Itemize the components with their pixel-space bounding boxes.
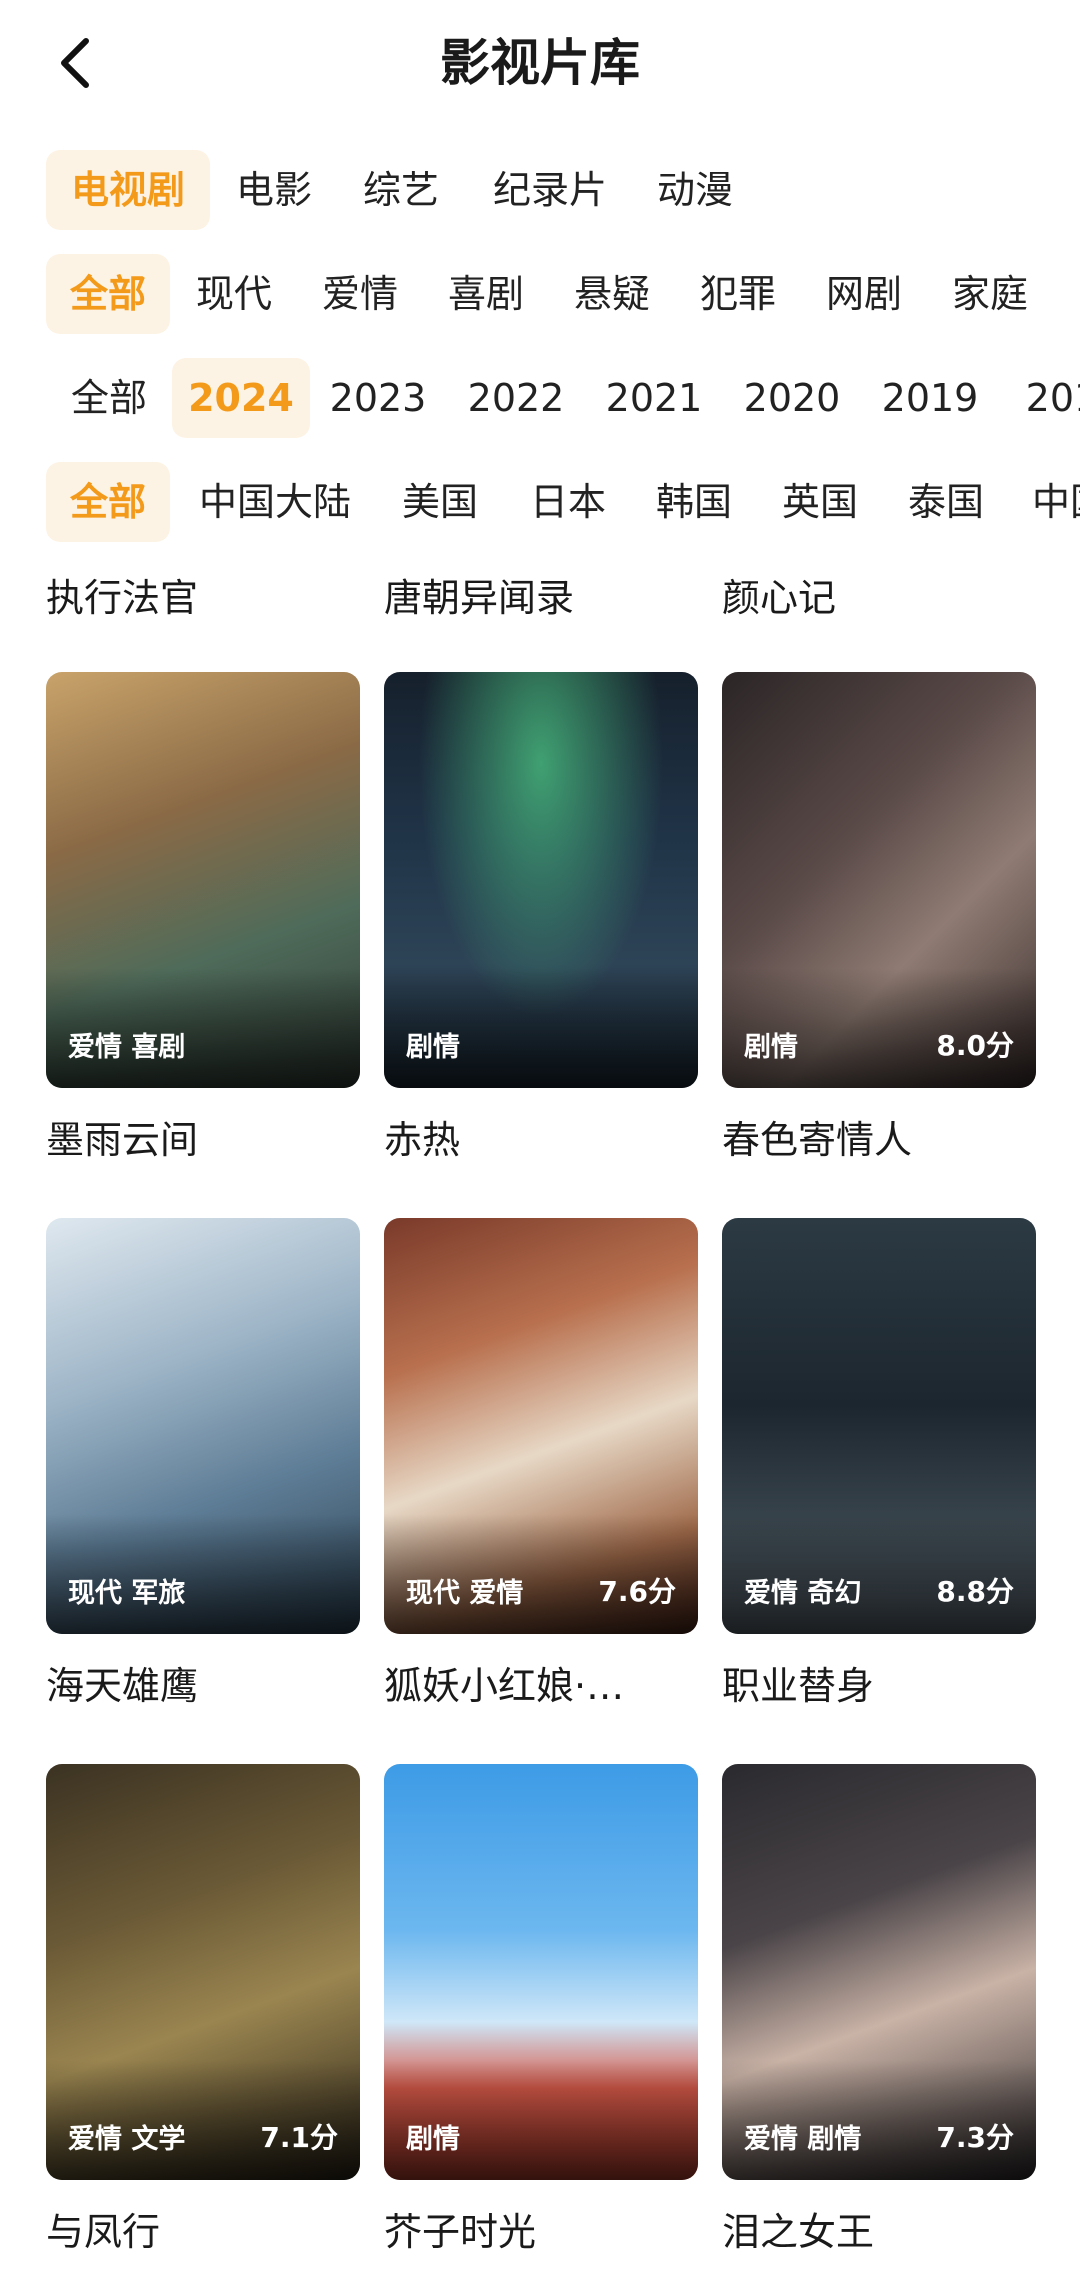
genre-tags: 现代 爱情 — [406, 1578, 524, 1609]
show-card[interactable]: 现代 军旅 海天雄鹰 — [46, 1218, 360, 1714]
region-chip-usa[interactable]: 美国 — [398, 462, 482, 542]
show-card[interactable]: 爱情 文学 7.1分 与凤行 — [46, 1764, 360, 2260]
show-card[interactable]: 爱情 奇幻 8.8分 职业替身 — [722, 1218, 1036, 1714]
category-chip-tv[interactable]: 电视剧 — [46, 150, 210, 230]
card-title[interactable]: 颜心记 — [722, 568, 836, 628]
poster-image[interactable]: 现代 军旅 — [46, 1218, 360, 1634]
card-title[interactable]: 唐朝异闻录 — [384, 568, 574, 628]
year-chip-2018[interactable]: 2018 — [1022, 358, 1080, 438]
poster-image[interactable]: 剧情 — [384, 1764, 698, 2180]
poster-image[interactable]: 现代 爱情 7.6分 — [384, 1218, 698, 1634]
category-chip-documentary[interactable]: 纪录片 — [486, 150, 614, 230]
score-badge: 8.0分 — [936, 1029, 1014, 1062]
score-badge: 7.6分 — [598, 1575, 676, 1608]
score-badge: 8.8分 — [936, 1575, 1014, 1608]
year-chip-2021[interactable]: 2021 — [602, 358, 706, 438]
year-chip-2024[interactable]: 2024 — [172, 358, 310, 438]
card-title[interactable]: 职业替身 — [722, 1658, 1036, 1714]
previous-row-titles: 执行法官 唐朝异闻录 颜心记 — [0, 568, 1080, 628]
score-badge: 7.1分 — [260, 2121, 338, 2154]
show-card[interactable]: 剧情 8.0分 春色寄情人 — [722, 672, 1036, 1168]
genre-chip-comedy[interactable]: 喜剧 — [444, 254, 528, 334]
genre-tags: 爱情 剧情 — [744, 2124, 862, 2155]
genre-tags: 剧情 — [406, 2124, 460, 2155]
show-card[interactable]: 剧情 赤热 — [384, 672, 698, 1168]
region-chip-mainland[interactable]: 中国大陆 — [192, 462, 358, 542]
genre-tags: 剧情 — [744, 1032, 798, 1063]
card-title[interactable]: 执行法官 — [46, 568, 198, 628]
genre-chip-crime[interactable]: 犯罪 — [696, 254, 780, 334]
poster-image[interactable]: 爱情 喜剧 — [46, 672, 360, 1088]
year-chip-2022[interactable]: 2022 — [464, 358, 568, 438]
poster-image[interactable]: 爱情 文学 7.1分 — [46, 1764, 360, 2180]
poster-image[interactable]: 剧情 8.0分 — [722, 672, 1036, 1088]
poster-image[interactable]: 爱情 奇幻 8.8分 — [722, 1218, 1036, 1634]
score-badge: 7.3分 — [936, 2121, 1014, 2154]
card-title[interactable]: 与凤行 — [46, 2204, 360, 2260]
year-chip-2020[interactable]: 2020 — [740, 358, 844, 438]
year-filter-row: 全部 2024 2023 2022 2021 2020 2019 2018 — [0, 358, 1080, 442]
show-card[interactable]: 现代 爱情 7.6分 狐妖小红娘·… — [384, 1218, 698, 1714]
region-chip-all[interactable]: 全部 — [46, 462, 170, 542]
year-chip-2023[interactable]: 2023 — [326, 358, 430, 438]
category-chip-anime[interactable]: 动漫 — [652, 150, 738, 230]
card-title[interactable]: 赤热 — [384, 1112, 698, 1168]
show-card[interactable]: 剧情 芥子时光 — [384, 1764, 698, 2260]
category-chip-movie[interactable]: 电影 — [232, 150, 316, 230]
card-title[interactable]: 芥子时光 — [384, 2204, 698, 2260]
region-chip-hongkong[interactable]: 中国香港 — [1032, 462, 1080, 542]
region-chip-thailand[interactable]: 泰国 — [904, 462, 988, 542]
page-title: 影视片库 — [440, 34, 640, 92]
genre-tags: 现代 军旅 — [68, 1578, 186, 1609]
year-chip-2019[interactable]: 2019 — [878, 358, 982, 438]
card-title[interactable]: 春色寄情人 — [722, 1112, 1036, 1168]
region-filter-row: 全部 中国大陆 美国 日本 韩国 英国 泰国 中国香港 — [0, 462, 1080, 546]
genre-chip-all[interactable]: 全部 — [46, 254, 170, 334]
genre-tags: 剧情 — [406, 1032, 460, 1063]
genre-chip-romance[interactable]: 爱情 — [318, 254, 402, 334]
region-chip-uk[interactable]: 英国 — [778, 462, 862, 542]
show-card[interactable]: 爱情 喜剧 墨雨云间 — [46, 672, 360, 1168]
header: 影视片库 — [0, 0, 1080, 128]
poster-image[interactable]: 剧情 — [384, 672, 698, 1088]
region-chip-korea[interactable]: 韩国 — [652, 462, 736, 542]
genre-tags: 爱情 文学 — [68, 2124, 186, 2155]
genre-chip-mystery[interactable]: 悬疑 — [570, 254, 654, 334]
genre-chip-family[interactable]: 家庭 — [948, 254, 1032, 334]
card-title[interactable]: 狐妖小红娘·… — [384, 1658, 698, 1714]
category-filter-row: 电视剧 电影 综艺 纪录片 动漫 — [0, 150, 1080, 234]
genre-chip-modern[interactable]: 现代 — [192, 254, 276, 334]
poster-image[interactable]: 爱情 剧情 7.3分 — [722, 1764, 1036, 2180]
genre-tags: 爱情 奇幻 — [744, 1578, 862, 1609]
show-card[interactable]: 爱情 剧情 7.3分 泪之女王 — [722, 1764, 1036, 2260]
region-chip-japan[interactable]: 日本 — [526, 462, 610, 542]
card-title[interactable]: 海天雄鹰 — [46, 1658, 360, 1714]
card-title[interactable]: 泪之女王 — [722, 2204, 1036, 2260]
card-title[interactable]: 墨雨云间 — [46, 1112, 360, 1168]
genre-chip-web-series[interactable]: 网剧 — [822, 254, 906, 334]
genre-tags: 爱情 喜剧 — [68, 1032, 186, 1063]
genre-filter-row: 全部 现代 爱情 喜剧 悬疑 犯罪 网剧 家庭 — [0, 254, 1080, 338]
year-chip-all[interactable]: 全部 — [62, 358, 156, 438]
category-chip-variety[interactable]: 综艺 — [354, 150, 448, 230]
